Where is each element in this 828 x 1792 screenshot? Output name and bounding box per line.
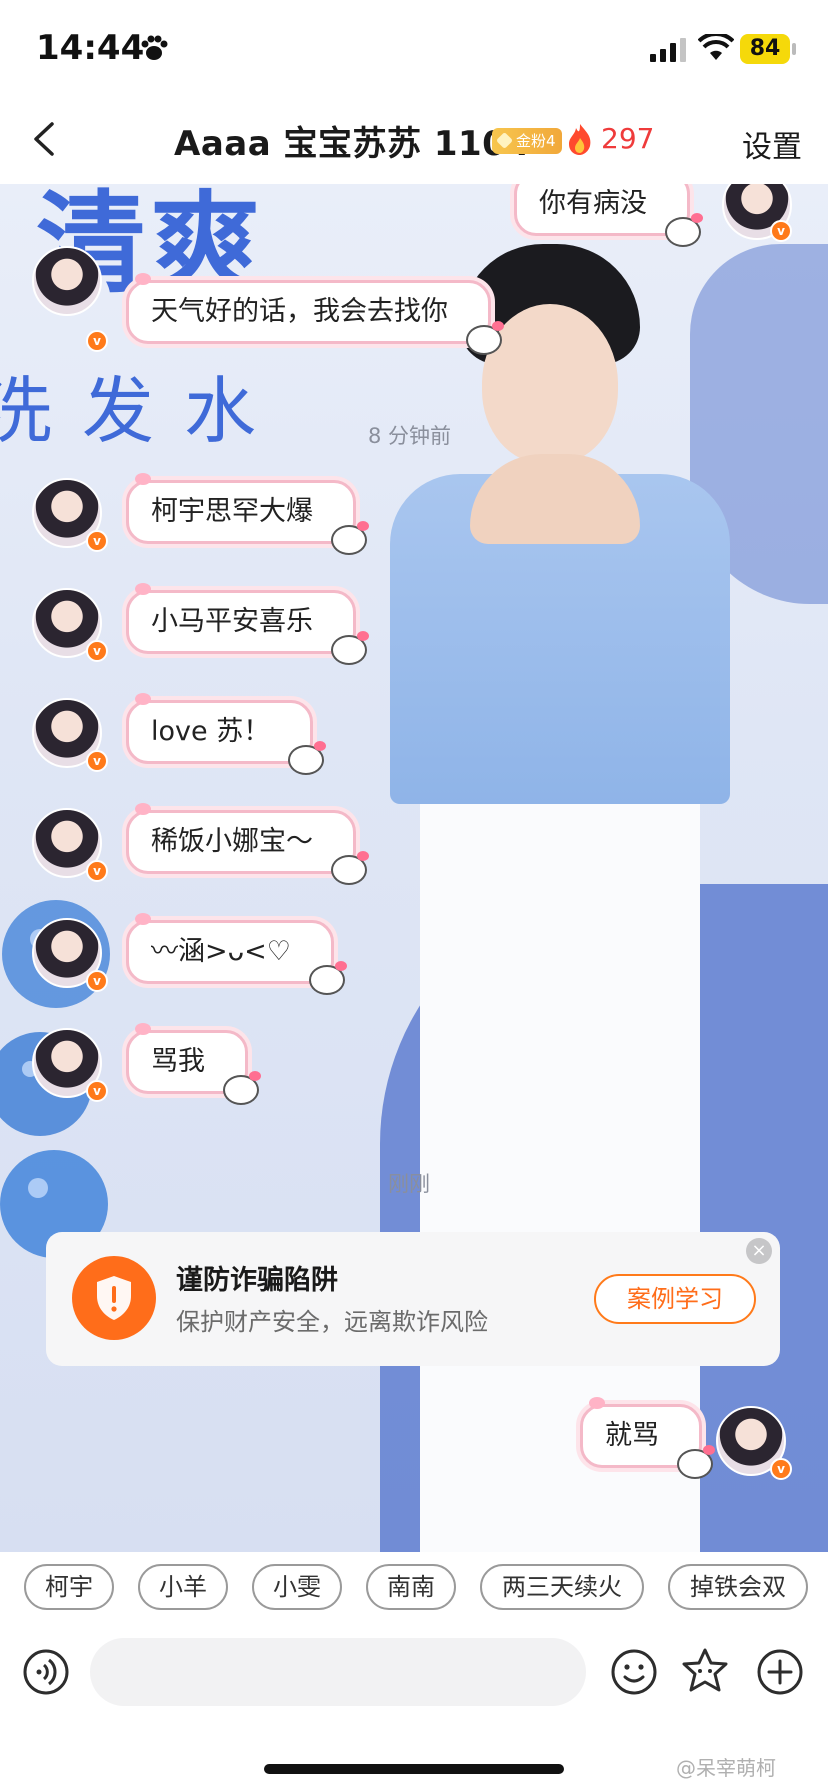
fraud-title: 谨防诈骗陷阱 bbox=[176, 1265, 338, 1296]
quick-reply-bar: 柯宇 小羊 小雯 南南 两三天续火 掉铁会双 bbox=[0, 1552, 828, 1622]
timestamp: 8 分钟前 bbox=[368, 424, 452, 448]
verified-icon: v bbox=[86, 330, 108, 352]
quick-reply-chip[interactable]: 小雯 bbox=[252, 1564, 342, 1610]
home-indicator[interactable] bbox=[264, 1764, 564, 1774]
emoji-icon[interactable] bbox=[610, 1648, 658, 1696]
kitty-icon bbox=[665, 213, 703, 247]
shield-icon bbox=[72, 1256, 156, 1340]
message-text: love 苏！ bbox=[151, 716, 271, 747]
fan-badge-label: 金粉4 bbox=[516, 132, 556, 150]
message-bubble[interactable]: 天气好的话，我会去找你 bbox=[126, 273, 504, 355]
message-text: 你有病没 bbox=[539, 188, 647, 219]
chat-area[interactable]: 清爽 洗发水 你有病没 v v 天气好的话，我会去找你 8 分钟前 v 柯宇思罕… bbox=[0, 184, 828, 1552]
watermark: @呆宰萌柯 bbox=[676, 1756, 776, 1780]
message-text: 〰涵>ᴗ<♡ bbox=[151, 936, 291, 967]
quick-reply-chip[interactable]: 两三天续火 bbox=[480, 1564, 644, 1610]
gem-icon bbox=[496, 132, 513, 149]
kitty-icon bbox=[331, 851, 369, 885]
bow-icon bbox=[135, 803, 151, 815]
message-bubble[interactable]: love 苏！ bbox=[126, 693, 327, 775]
message-bubble[interactable]: 柯宇思罕大爆 bbox=[126, 473, 369, 555]
fraud-subtitle: 保护财产安全，远离欺诈风险 bbox=[176, 1308, 488, 1336]
fan-level-badge: 金粉4 bbox=[492, 128, 562, 154]
chat-header: Aaaa 宝宝苏苏 1104 金粉4 297 设置 bbox=[0, 100, 828, 184]
case-study-button[interactable]: 案例学习 bbox=[594, 1274, 756, 1324]
anti-fraud-banner: 谨防诈骗陷阱 保护财产安全，远离欺诈风险 案例学习 × bbox=[46, 1232, 780, 1366]
verified-icon: v bbox=[86, 860, 108, 882]
quick-reply-chip[interactable]: 南南 bbox=[366, 1564, 456, 1610]
message-text: 小马平安喜乐 bbox=[151, 606, 313, 637]
message-bubble[interactable]: 〰涵>ᴗ<♡ bbox=[126, 913, 347, 995]
plus-icon[interactable] bbox=[756, 1648, 804, 1696]
kitty-icon bbox=[331, 631, 369, 665]
verified-icon: v bbox=[86, 640, 108, 662]
flame-icon bbox=[569, 124, 591, 155]
voice-icon[interactable] bbox=[22, 1648, 70, 1696]
message-text: 天气好的话，我会去找你 bbox=[151, 296, 448, 327]
bow-icon bbox=[135, 693, 151, 705]
settings-button[interactable]: 设置 bbox=[742, 122, 802, 166]
message-input[interactable] bbox=[90, 1638, 586, 1706]
message-bubble[interactable]: 骂我 bbox=[126, 1023, 261, 1105]
kitty-icon bbox=[466, 321, 504, 355]
input-bar: @呆宰萌柯 bbox=[0, 1622, 828, 1792]
timestamp: 刚刚 bbox=[388, 1172, 430, 1196]
message-text: 柯宇思罕大爆 bbox=[151, 496, 313, 527]
kitty-icon bbox=[331, 521, 369, 555]
fire-streak-count: 297 bbox=[601, 122, 655, 155]
person-hands bbox=[470, 454, 640, 544]
quick-reply-chip[interactable]: 柯宇 bbox=[24, 1564, 114, 1610]
bow-icon bbox=[135, 273, 151, 285]
sticker-icon[interactable] bbox=[680, 1646, 730, 1696]
quick-reply-chip[interactable]: 小羊 bbox=[138, 1564, 228, 1610]
verified-icon: v bbox=[86, 530, 108, 552]
avatar[interactable] bbox=[32, 246, 102, 316]
status-time: 14:44 bbox=[36, 28, 145, 68]
message-bubble[interactable]: 小马平安喜乐 bbox=[126, 583, 369, 665]
bow-icon bbox=[589, 1397, 605, 1409]
message-bubble[interactable]: 就骂 bbox=[580, 1397, 715, 1479]
message-bubble[interactable]: 你有病没 bbox=[514, 184, 703, 247]
paw-icon bbox=[141, 35, 168, 60]
message-bubble[interactable]: 稀饭小娜宝～ bbox=[126, 803, 369, 885]
verified-icon: v bbox=[86, 1080, 108, 1102]
message-text: 稀饭小娜宝～ bbox=[151, 826, 313, 857]
verified-icon: v bbox=[86, 750, 108, 772]
kitty-icon bbox=[288, 741, 327, 775]
bow-icon bbox=[135, 473, 151, 485]
battery-tip bbox=[792, 43, 796, 55]
verified-icon: v bbox=[86, 970, 108, 992]
kitty-icon bbox=[677, 1445, 715, 1479]
background-text: 洗发水 bbox=[0, 369, 287, 453]
close-icon[interactable]: × bbox=[746, 1238, 772, 1264]
verified-icon: v bbox=[770, 1458, 792, 1480]
bow-icon bbox=[135, 913, 151, 925]
chat-title: Aaaa 宝宝苏苏 1104 bbox=[174, 124, 531, 164]
battery-level: 84 bbox=[740, 34, 790, 64]
bow-icon bbox=[135, 583, 151, 595]
quick-reply-chip[interactable]: 掉铁会双 bbox=[668, 1564, 808, 1610]
wifi-icon bbox=[698, 34, 734, 60]
kitty-icon bbox=[308, 961, 347, 995]
signal-icon bbox=[650, 38, 686, 62]
message-text: 骂我 bbox=[151, 1046, 205, 1077]
kitty-icon bbox=[223, 1071, 261, 1105]
message-text: 就骂 bbox=[605, 1420, 659, 1451]
verified-icon: v bbox=[770, 220, 792, 242]
bow-icon bbox=[135, 1023, 151, 1035]
status-bar: 14:44 84 bbox=[0, 0, 828, 100]
back-button[interactable] bbox=[20, 114, 70, 164]
